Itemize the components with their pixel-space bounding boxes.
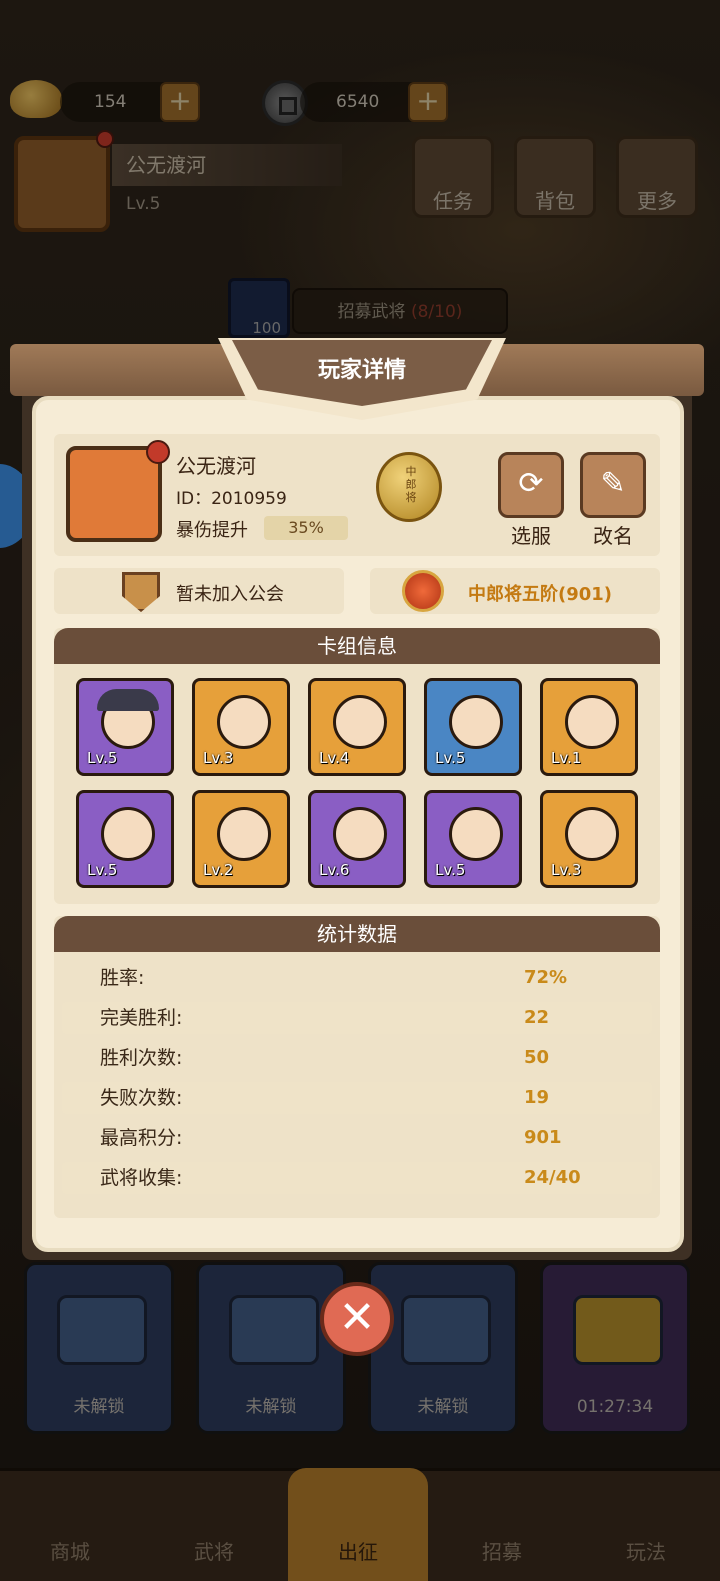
rename-label: 改名 [593,524,633,548]
hero-card[interactable]: Lv.5 [424,678,522,776]
hero-card[interactable]: Lv.5 [76,790,174,888]
stat-label: 失败次数: [100,1087,183,1109]
notification-dot [146,440,170,464]
blue-helmet-general-icon [333,807,387,861]
crit-label: 暴伤提升 [176,520,248,541]
stat-label: 完美胜利: [100,1007,183,1029]
rank-text: 中郎将五阶(901) [468,584,613,605]
stat-row: 武将收集: 24/40 [62,1162,652,1194]
hero-level: Lv.3 [551,861,582,879]
stat-row: 完美胜利: 22 [62,1002,652,1034]
hero-level: Lv.1 [551,749,582,767]
guild-status: 暂未加入公会 [176,584,284,605]
stat-value: 72% [524,967,568,988]
modal-title: 玩家详情 [317,358,406,383]
young-lord-icon [565,807,619,861]
hero-card[interactable]: Lv.3 [192,678,290,776]
stat-label: 胜利次数: [100,1047,183,1069]
close-icon: ✕ [338,1292,376,1343]
stats-title: 统计数据 [54,916,660,952]
player-name: 公无渡河 [176,454,256,478]
switch-server-button[interactable]: ⟳ [498,452,564,518]
hero-level: Lv.5 [435,861,466,879]
hat-icon [97,689,159,711]
stat-row: 最高积分: 901 [62,1122,652,1154]
stat-value: 22 [524,1007,550,1028]
stat-row: 胜利次数: 50 [62,1042,652,1074]
crit-value: 35% [264,516,348,540]
stat-label: 最高积分: [100,1127,183,1149]
hero-card[interactable]: Lv.4 [308,678,406,776]
close-button[interactable]: ✕ [320,1282,394,1356]
hero-level: Lv.5 [435,749,466,767]
hero-card[interactable]: Lv.1 [540,678,638,776]
player-avatar [66,446,162,542]
hero-level: Lv.5 [87,749,118,767]
stat-label: 胜率: [100,967,145,989]
hero-level: Lv.6 [319,861,350,879]
rename-button[interactable]: ✎ [580,452,646,518]
hero-card[interactable]: Lv.2 [192,790,290,888]
old-sage-icon [217,695,271,749]
silver-armor-general-icon [101,807,155,861]
hero-level: Lv.2 [203,861,234,879]
bearded-fighter-icon [449,807,503,861]
stat-row: 胜率: 72% [62,962,652,994]
red-bearded-warrior-icon [449,695,503,749]
stat-value: 19 [524,1087,550,1108]
stat-value: 901 [524,1127,562,1148]
swordsman-icon [217,807,271,861]
hero-card[interactable]: Lv.3 [540,790,638,888]
hero-level: Lv.5 [87,861,118,879]
stat-label: 武将收集: [100,1167,183,1189]
hero-card[interactable]: Lv.6 [308,790,406,888]
stat-value: 50 [524,1047,550,1068]
hero-level: Lv.3 [203,749,234,767]
white-haired-general-icon [565,695,619,749]
deck-title: 卡组信息 [54,628,660,664]
rank-badge-icon: 中郎将 [376,452,442,522]
hero-card[interactable]: Lv.5 [76,678,174,776]
hero-level: Lv.4 [319,749,350,767]
switch-server-label: 选服 [511,524,551,548]
stat-value: 24/40 [524,1167,581,1188]
player-id: ID：2010959 [176,489,287,509]
pencil-icon: ✎ [600,466,626,501]
rank-medal-icon [402,570,444,612]
rank-badge-text: 中郎将 [405,465,417,504]
stat-row: 失败次数: 19 [62,1082,652,1114]
armored-general-icon [333,695,387,749]
hero-card[interactable]: Lv.5 [424,790,522,888]
refresh-icon: ⟳ [518,466,544,501]
